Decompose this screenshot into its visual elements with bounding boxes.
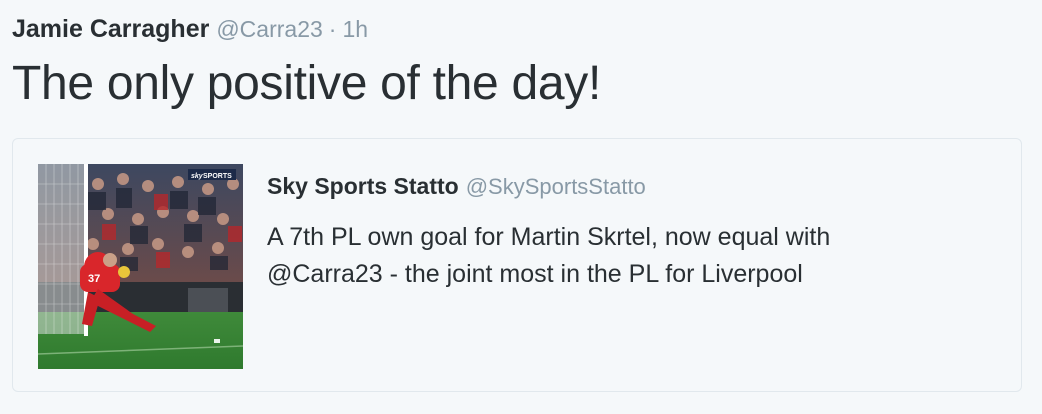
broadcaster-name: SPORTS — [203, 173, 232, 180]
author-handle[interactable]: @Carra23 — [216, 16, 322, 43]
broadcaster-prefix: sky — [191, 173, 204, 180]
quoted-text-line1: A 7th PL own goal for Martin Skrtel, now… — [267, 223, 831, 251]
tweet-text: The only positive of the day! — [12, 57, 601, 110]
tweet[interactable]: Jamie Carragher @Carra23 · 1h The only p… — [0, 0, 1042, 414]
tweet-header: Jamie Carragher @Carra23 · 1h — [12, 15, 368, 47]
quoted-author-handle[interactable]: @SkySportsStatto — [466, 174, 646, 200]
quoted-tweet-header: Sky Sports Statto @SkySportsStatto — [267, 173, 646, 200]
quoted-author-name[interactable]: Sky Sports Statto — [267, 173, 459, 200]
player-number: 37 — [88, 273, 100, 285]
video-thumbnail[interactable]: 37 sky SPORTS — [38, 164, 243, 369]
timestamp-link[interactable]: 1h — [342, 16, 368, 43]
quoted-tweet-card[interactable]: 37 sky SPORTS Sky Sports Statto @SkySpor… — [12, 138, 1022, 392]
quoted-text-line2: @Carra23 - the joint most in the PL for … — [267, 260, 803, 288]
video-thumbnail-icon: 37 sky SPORTS — [38, 164, 243, 369]
author-name[interactable]: Jamie Carragher — [12, 15, 209, 44]
separator-dot: · — [328, 16, 337, 42]
quoted-tweet-text: A 7th PL own goal for Martin Skrtel, now… — [267, 219, 987, 293]
